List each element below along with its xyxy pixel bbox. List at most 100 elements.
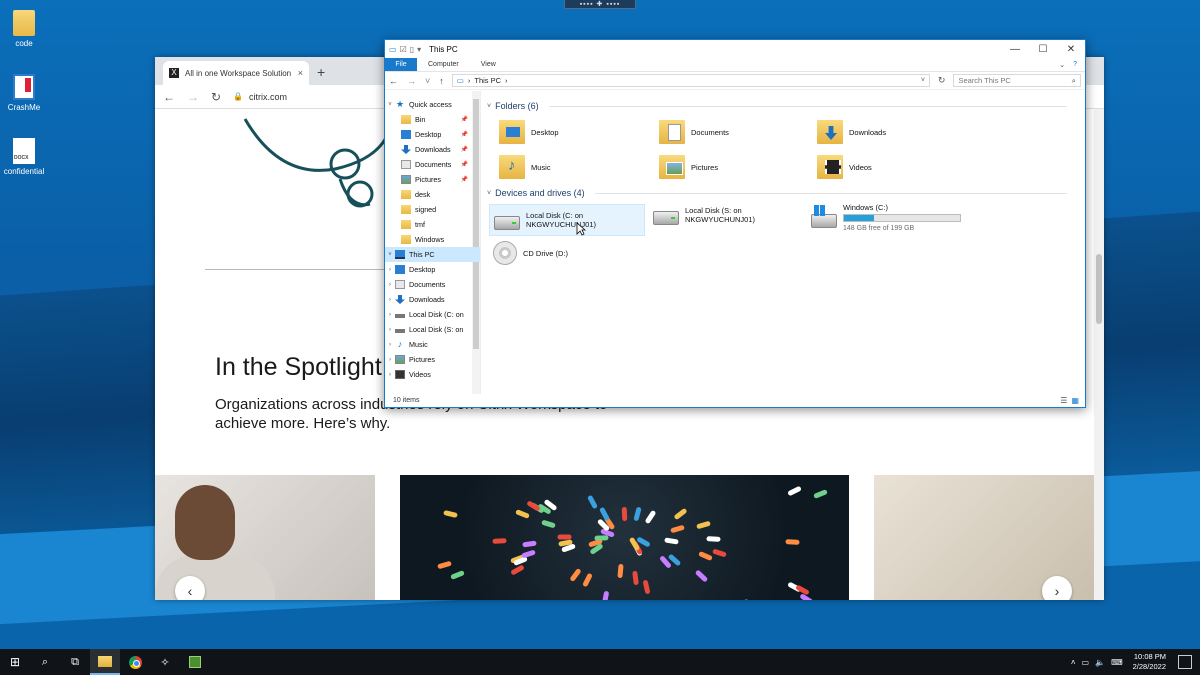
nav-item[interactable]: › Desktop (385, 262, 480, 277)
drive-windows-c[interactable]: Windows (C:) 148 GB free of 199 GB (811, 203, 961, 233)
reload-icon[interactable]: ↻ (211, 90, 221, 104)
boat-mark (673, 508, 688, 521)
start-button[interactable]: ⊞ (0, 649, 30, 675)
desktop-icon-crashme[interactable]: CrashMe (0, 74, 54, 112)
up-icon[interactable]: ↑ (439, 76, 444, 86)
tab-close-icon[interactable]: × (298, 68, 303, 78)
forward-icon[interactable]: → (407, 76, 416, 86)
taskbar-app[interactable] (180, 649, 210, 675)
new-folder-icon[interactable]: ▯ (410, 45, 414, 54)
scrollbar-thumb[interactable] (1096, 254, 1102, 324)
boat-mark (541, 519, 557, 529)
minimize-button[interactable]: — (1001, 44, 1029, 55)
nav-item[interactable]: › Videos (385, 367, 480, 382)
citrix-toolbar-handle[interactable]: ▪▪▪▪ ✚ ▪▪▪▪ (564, 0, 636, 9)
search-input[interactable]: Search This PC ⌕ (953, 74, 1081, 87)
tray-chevron-icon[interactable]: ˄ (1071, 658, 1076, 667)
address-bar[interactable]: ▭ › This PC › ˅ (451, 74, 930, 87)
nav-item[interactable]: Pictures 📌 (385, 172, 480, 187)
folder-music[interactable]: Music (499, 155, 551, 179)
nav-item-label: This PC (409, 250, 435, 259)
maximize-button[interactable]: ☐ (1029, 44, 1057, 55)
carousel-next-button[interactable]: › (1042, 576, 1072, 600)
browser-scrollbar[interactable] (1094, 109, 1104, 600)
drive-local-disk-s[interactable]: Local Disk (S: on NKGWYUCHUNJ01) (653, 205, 755, 225)
nav-item[interactable]: tmf (385, 217, 480, 232)
expand-chevron-icon[interactable]: › (385, 327, 395, 333)
address-dropdown-icon[interactable]: ˅ (921, 77, 925, 84)
nav-item[interactable]: Downloads 📌 (385, 142, 480, 157)
expand-chevron-icon[interactable]: › (385, 282, 395, 288)
help-icon[interactable]: ? (1073, 61, 1077, 68)
nav-item[interactable]: › Local Disk (C: on (385, 307, 480, 322)
close-button[interactable]: ✕ (1057, 44, 1085, 55)
back-icon[interactable]: ← (389, 76, 398, 86)
nav-item[interactable]: Desktop 📌 (385, 127, 480, 142)
folder-videos[interactable]: Videos (817, 155, 872, 179)
keyboard-icon[interactable]: ⌨ (1111, 658, 1123, 667)
tab-view[interactable]: View (470, 58, 507, 71)
browser-tab[interactable]: X All in one Workspace Solution fo × (163, 61, 309, 85)
expand-chevron-icon[interactable]: › (385, 342, 395, 348)
expand-chevron-icon[interactable]: › (385, 372, 395, 378)
cd-drive-icon (493, 241, 517, 265)
nav-item[interactable]: ˅ This PC (385, 247, 480, 262)
navigation-pane[interactable]: ˅ ★ Quick access Bin 📌 Desktop 📌 Downloads 📌 Docu… (385, 91, 481, 394)
network-icon[interactable]: ▭ (1082, 658, 1090, 667)
nav-item[interactable]: › Documents (385, 277, 480, 292)
folders-group-header[interactable]: ˅ Folders (6) (487, 101, 1067, 111)
expand-chevron-icon[interactable]: ˅ (385, 102, 395, 108)
nav-item[interactable]: › Local Disk (S: on (385, 322, 480, 337)
recent-locations-icon[interactable]: ˅ (425, 76, 430, 86)
folder-desktop[interactable]: Desktop (499, 120, 559, 144)
details-view-icon[interactable]: ☰ (1060, 396, 1067, 405)
expand-chevron-icon[interactable]: › (385, 297, 395, 303)
spotlight-card-image[interactable] (400, 475, 849, 600)
forward-icon[interactable]: → (187, 90, 199, 104)
expand-chevron-icon[interactable]: › (385, 312, 395, 318)
file-explorer-window[interactable]: ▭ ☑ ▯ ▾ This PC — ☐ ✕ File Computer View… (384, 39, 1086, 408)
refresh-icon[interactable]: ↻ (938, 75, 946, 86)
nav-item[interactable]: ˅ ★ Quick access (385, 97, 480, 112)
expand-chevron-icon[interactable]: ˅ (385, 252, 395, 258)
nav-item[interactable]: Bin 📌 (385, 112, 480, 127)
breadcrumb-this-pc[interactable]: This PC (474, 76, 501, 85)
new-tab-button[interactable]: + (317, 64, 325, 80)
tab-computer[interactable]: Computer (417, 58, 470, 71)
nav-item[interactable]: Documents 📌 (385, 157, 480, 172)
nav-item[interactable]: › Pictures (385, 352, 480, 367)
expand-chevron-icon[interactable]: › (385, 357, 395, 363)
back-icon[interactable]: ← (163, 90, 175, 104)
expand-chevron-icon[interactable]: › (385, 267, 395, 273)
desktop-icon-confidential[interactable]: confidential (0, 138, 54, 176)
drives-group-header[interactable]: ˅ Devices and drives (4) (487, 188, 1067, 198)
qat-dropdown-icon[interactable]: ▾ (417, 45, 421, 54)
nav-item[interactable]: › ♪ Music (385, 337, 480, 352)
disk-icon (395, 314, 405, 318)
notification-icon[interactable] (1178, 655, 1192, 669)
clock[interactable]: 10:08 PM 2/28/2022 (1133, 652, 1166, 672)
expand-ribbon-icon[interactable]: ⌄ (1059, 61, 1065, 69)
drive-cd-d[interactable]: CD Drive (D:) (493, 241, 568, 265)
folder-pictures[interactable]: Pictures (659, 155, 718, 179)
explorer-titlebar[interactable]: ▭ ☑ ▯ ▾ This PC — ☐ ✕ (385, 40, 1085, 58)
nav-item[interactable]: › Downloads (385, 292, 480, 307)
tiles-view-icon[interactable]: ▦ (1071, 396, 1079, 405)
taskbar-file-explorer[interactable] (90, 649, 120, 675)
volume-icon[interactable]: 🔈 (1095, 658, 1105, 667)
carousel-prev-button[interactable]: ‹ (175, 576, 205, 600)
taskbar-chrome[interactable] (120, 649, 150, 675)
tab-file[interactable]: File (385, 58, 417, 71)
taskbar-app[interactable]: ✧ (150, 649, 180, 675)
nav-item[interactable]: signed (385, 202, 480, 217)
drive-local-disk-c[interactable]: Local Disk (C: on NKGWYUCHUNJ01) (489, 204, 645, 236)
folder-downloads[interactable]: Downloads (817, 120, 886, 144)
task-view-button[interactable]: ⧉ (60, 649, 90, 675)
folder-documents[interactable]: Documents (659, 120, 729, 144)
properties-icon[interactable]: ☑ (400, 45, 407, 54)
address-bar[interactable]: 🔒 citrix.com (233, 92, 287, 102)
search-button[interactable]: ⌕ (30, 649, 60, 675)
desktop-icon-code[interactable]: code (0, 10, 54, 48)
nav-item[interactable]: Windows (385, 232, 480, 247)
nav-item[interactable]: desk (385, 187, 480, 202)
